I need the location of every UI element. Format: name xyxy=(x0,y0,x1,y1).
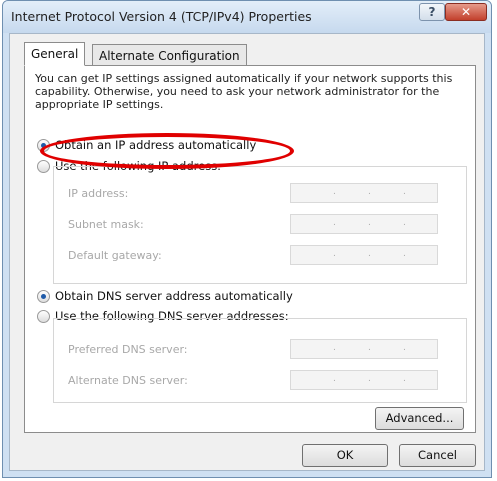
default-gateway-label: Default gateway: xyxy=(68,249,162,262)
preferred-dns-label: Preferred DNS server: xyxy=(68,343,188,356)
subnet-mask-label: Subnet mask: xyxy=(68,218,144,231)
cancel-button[interactable]: Cancel xyxy=(399,444,476,467)
close-button[interactable]: ✕ xyxy=(445,3,487,21)
use-following-ip-radio[interactable] xyxy=(37,160,50,173)
title-bar[interactable]: Internet Protocol Version 4 (TCP/IPv4) P… xyxy=(3,1,491,33)
dialog-window: Internet Protocol Version 4 (TCP/IPv4) P… xyxy=(2,0,492,478)
help-button[interactable]: ? xyxy=(419,3,445,21)
close-icon: ✕ xyxy=(460,5,472,19)
window-title: Internet Protocol Version 4 (TCP/IPv4) P… xyxy=(11,9,312,24)
help-icon: ? xyxy=(428,5,436,19)
ip-address-input[interactable]: ... xyxy=(290,183,438,203)
advanced-button[interactable]: Advanced... xyxy=(375,407,464,430)
general-tab-panel: You can get IP settings assigned automat… xyxy=(24,65,476,433)
default-gateway-input[interactable]: ... xyxy=(290,245,438,265)
ok-button[interactable]: OK xyxy=(302,444,388,467)
obtain-dns-auto-label[interactable]: Obtain DNS server address automatically xyxy=(55,289,293,303)
obtain-ip-auto-label[interactable]: Obtain an IP address automatically xyxy=(55,138,256,152)
ip-address-label: IP address: xyxy=(68,187,129,200)
tab-alternate-configuration[interactable]: Alternate Configuration xyxy=(92,44,247,66)
use-following-dns-radio[interactable] xyxy=(37,310,50,323)
ip-address-group: IP address: ... Subnet mask: ... Default… xyxy=(53,166,467,284)
dialog-client-area: General Alternate Configuration You can … xyxy=(9,33,485,471)
alternate-dns-label: Alternate DNS server: xyxy=(68,374,188,387)
subnet-mask-input[interactable]: ... xyxy=(290,214,438,234)
alternate-dns-input[interactable]: ... xyxy=(290,370,438,390)
obtain-ip-auto-radio[interactable] xyxy=(37,139,50,152)
tab-general[interactable]: General xyxy=(24,42,86,66)
preferred-dns-input[interactable]: ... xyxy=(290,339,438,359)
description-text: You can get IP settings assigned automat… xyxy=(35,72,453,111)
dns-server-group: Preferred DNS server: ... Alternate DNS … xyxy=(53,318,467,403)
obtain-dns-auto-radio[interactable] xyxy=(37,290,50,303)
